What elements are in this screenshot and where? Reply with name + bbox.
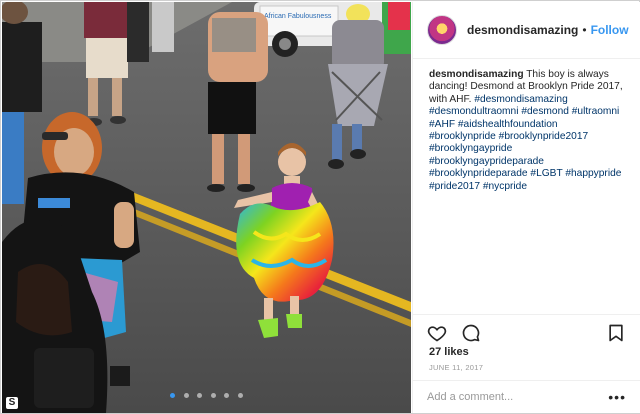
hashtag-link[interactable]: #desmond (521, 106, 569, 117)
carousel-dot[interactable] (210, 393, 216, 398)
header-separator: • (582, 23, 587, 37)
van-sign-text: African Fabulousness (264, 13, 332, 20)
hashtag-link[interactable]: #ultraomni (572, 106, 620, 117)
action-bar (413, 314, 640, 350)
hashtag-link[interactable]: #brooklyngaypride (429, 143, 512, 154)
caption-username[interactable]: desmondisamazing (429, 69, 524, 80)
post-date: JUNE 11, 2017 (429, 363, 484, 372)
post-photo[interactable]: African Fabulousness S (2, 2, 411, 413)
hashtag-link[interactable]: #brooklyngayprideparade (429, 156, 544, 167)
carousel-dot[interactable] (224, 393, 230, 398)
carousel-dot[interactable] (170, 393, 176, 398)
instagram-post-window: African Fabulousness S desmondisamazing … (0, 0, 640, 414)
hashtag-link[interactable]: #happypride (565, 168, 621, 179)
carousel-indicator[interactable] (2, 385, 411, 403)
header-username[interactable]: desmondisamazing (467, 23, 578, 37)
corner-badge: S (6, 397, 18, 409)
comment-bar: ••• (413, 380, 640, 413)
comment-bubble-icon[interactable] (461, 323, 481, 343)
bookmark-icon[interactable] (606, 323, 626, 343)
comment-input[interactable] (427, 391, 609, 403)
hashtag-link[interactable]: #pride2017 (429, 181, 480, 192)
hashtag-list: #desmondisamazing #desmondultraomni #des… (429, 94, 621, 192)
avatar[interactable] (427, 15, 457, 45)
post-caption: desmondisamazing This boy is always danc… (413, 59, 640, 311)
hashtag-link[interactable]: #LGBT (530, 168, 562, 179)
carousel-dot[interactable] (183, 393, 189, 398)
carousel-dot[interactable] (197, 393, 203, 398)
hashtag-link[interactable]: #aidshealthfoundation (458, 119, 558, 130)
hashtag-link[interactable]: #desmondisamazing (474, 94, 567, 105)
more-dots-icon[interactable]: ••• (608, 390, 626, 404)
carousel-dot[interactable] (237, 393, 243, 398)
hashtag-link[interactable]: #nycpride (483, 181, 527, 192)
hashtag-link[interactable]: #desmondultraomni (429, 106, 518, 117)
post-header: desmondisamazing • Follow (413, 2, 640, 59)
hashtag-link[interactable]: #AHF (429, 119, 455, 130)
follow-button[interactable]: Follow (591, 23, 629, 37)
parade-photo-illustration: African Fabulousness (2, 2, 411, 413)
hashtag-link[interactable]: #brooklynprideparade (429, 168, 528, 179)
hashtag-link[interactable]: #brooklynpride2017 (499, 131, 589, 142)
post-side-panel: desmondisamazing • Follow desmondisamazi… (412, 2, 640, 413)
heart-icon[interactable] (427, 323, 447, 343)
hashtag-link[interactable]: #brooklynpride (429, 131, 496, 142)
like-count[interactable]: 27 likes (429, 346, 469, 358)
